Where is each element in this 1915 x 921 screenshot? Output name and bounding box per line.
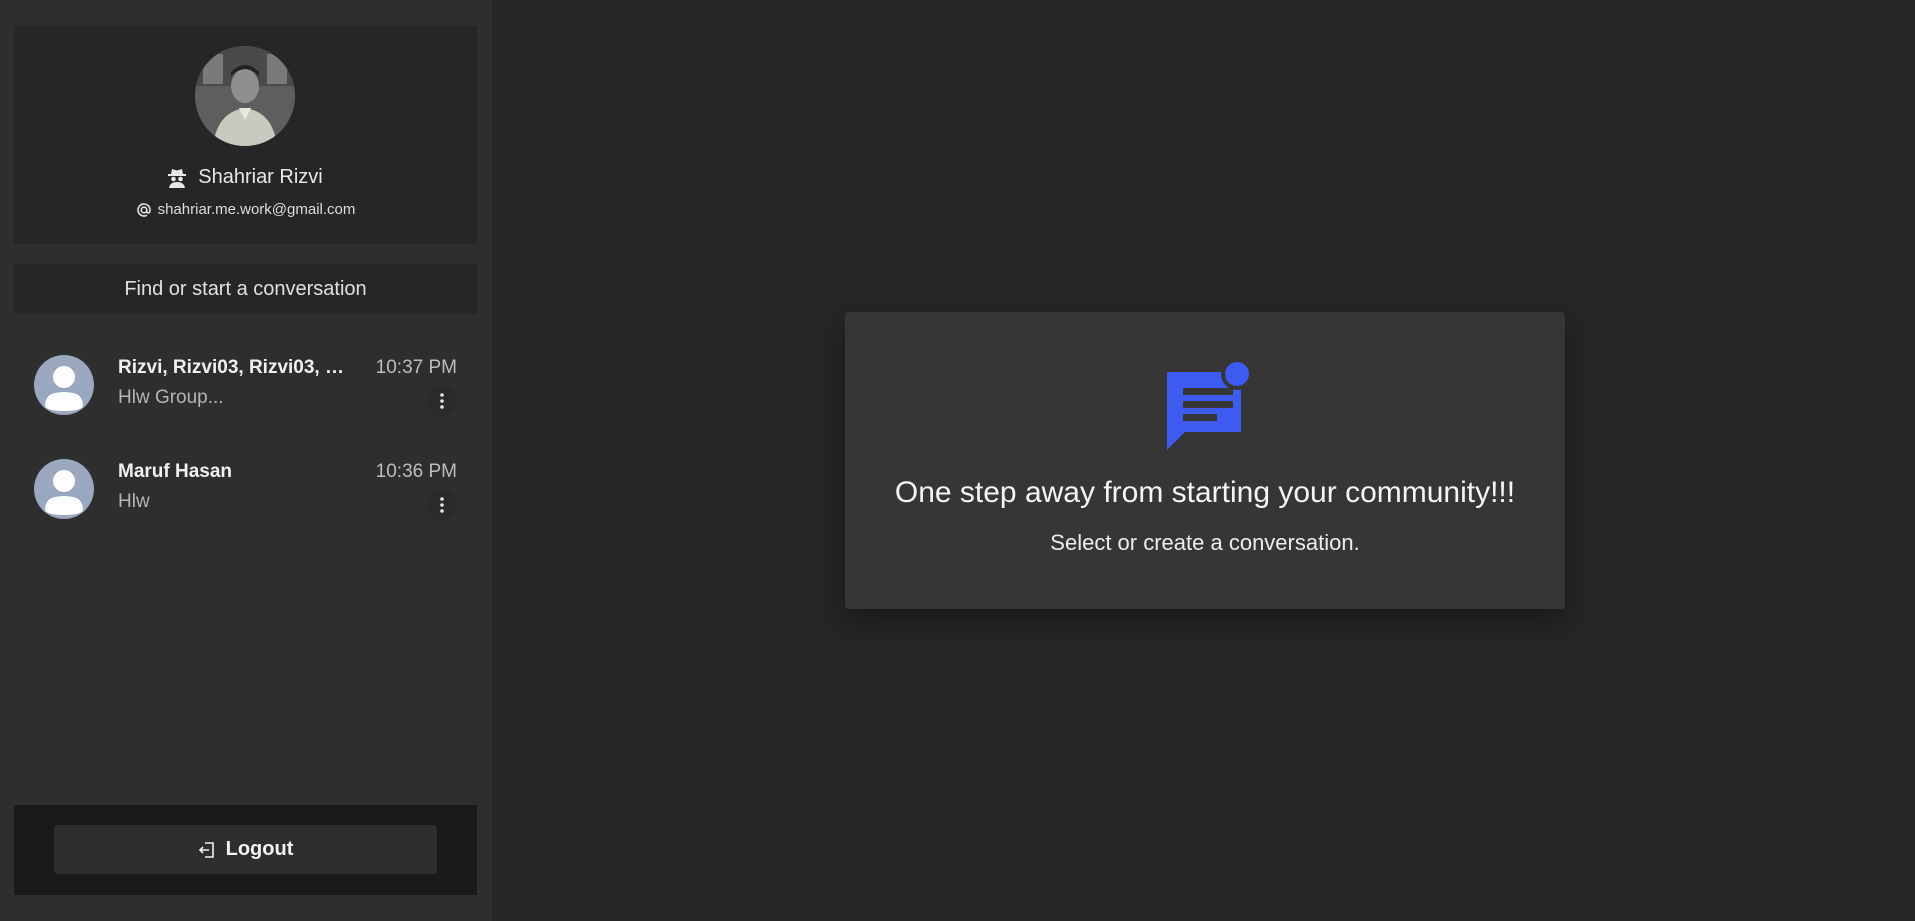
logout-button[interactable]: Logout: [54, 825, 437, 874]
profile-name-row: Shahriar Rizvi: [14, 166, 477, 189]
welcome-card: One step away from starting your communi…: [845, 312, 1565, 609]
main-panel: One step away from starting your communi…: [492, 0, 1915, 921]
app-root: Shahriar Rizvi shahriar.me.work@gmail.co…: [0, 0, 1915, 921]
find-conversation-label: Find or start a conversation: [124, 277, 367, 300]
default-avatar-icon: [34, 355, 94, 415]
logout-icon: [198, 841, 216, 859]
vertical-dots-icon[interactable]: [427, 490, 457, 520]
profile-avatar[interactable]: [195, 46, 295, 146]
find-conversation-button[interactable]: Find or start a conversation: [14, 264, 477, 314]
profile-card: Shahriar Rizvi shahriar.me.work@gmail.co…: [14, 26, 477, 244]
welcome-title: One step away from starting your communi…: [894, 476, 1516, 509]
conversation-list: Rizvi, Rizvi03, Rizvi03, Rizvi03 10:37 P…: [14, 340, 477, 548]
logout-area: Logout: [14, 805, 477, 895]
conversation-title: Maruf Hasan: [118, 461, 233, 482]
conversation-time: 10:37 PM: [375, 357, 457, 378]
conversation-preview: Hlw Group...: [118, 387, 224, 408]
at-sign-icon: [136, 202, 152, 218]
default-avatar-icon: [34, 459, 94, 519]
conversation-preview: Hlw: [118, 491, 150, 512]
chat-bubble-icon: [1161, 358, 1253, 450]
spy-user-icon: [168, 168, 187, 188]
vertical-dots-icon[interactable]: [427, 386, 457, 416]
conversation-item-maruf[interactable]: Maruf Hasan 10:36 PM Hlw: [14, 444, 477, 548]
logout-label: Logout: [225, 838, 294, 860]
conversation-title: Rizvi, Rizvi03, Rizvi03, Rizvi03: [118, 357, 348, 378]
profile-name: Shahriar Rizvi: [198, 166, 323, 188]
sidebar: Shahriar Rizvi shahriar.me.work@gmail.co…: [0, 0, 492, 921]
conversation-item-group[interactable]: Rizvi, Rizvi03, Rizvi03, Rizvi03 10:37 P…: [14, 340, 477, 444]
profile-email: shahriar.me.work@gmail.com: [157, 201, 356, 218]
welcome-subtitle: Select or create a conversation.: [1050, 530, 1360, 555]
conversation-time: 10:36 PM: [375, 461, 457, 482]
profile-email-row: shahriar.me.work@gmail.com: [14, 201, 477, 218]
